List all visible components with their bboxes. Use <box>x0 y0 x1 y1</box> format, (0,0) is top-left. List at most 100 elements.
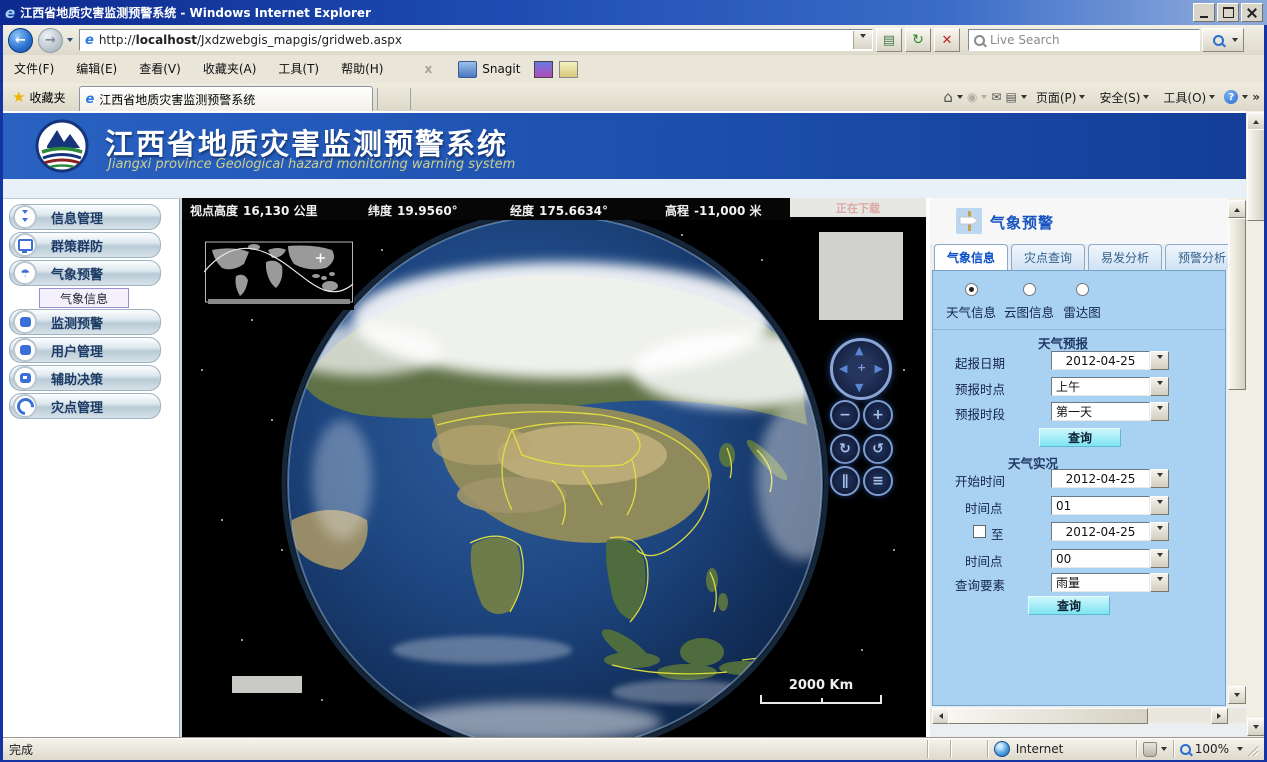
actual-query-button[interactable]: 查询 <box>1028 596 1110 615</box>
maximize-button[interactable] <box>1217 3 1239 22</box>
dropdown-arrow-icon[interactable] <box>1150 351 1169 370</box>
dropdown-arrow-icon[interactable] <box>1150 522 1169 541</box>
refresh-button[interactable]: ↻ <box>905 28 931 52</box>
radio-icon[interactable] <box>1076 283 1089 296</box>
feed-icon[interactable]: ◉ <box>967 90 977 104</box>
pan-down-icon[interactable]: ▼ <box>855 382 863 393</box>
pan-center-icon[interactable]: + <box>857 362 866 373</box>
page-menu-button[interactable]: 页面(P) <box>1031 89 1091 106</box>
pan-right-icon[interactable]: ▶ <box>875 363 883 374</box>
scroll-down-button[interactable] <box>1228 686 1246 704</box>
help-icon[interactable]: ? <box>1224 90 1238 104</box>
more-chevron-icon[interactable]: » <box>1252 90 1260 104</box>
query-element-select[interactable]: 雨量 <box>1051 573 1169 592</box>
home-icon[interactable]: ⌂ <box>943 88 953 106</box>
forecast-date-select[interactable]: 2012-04-25 <box>1051 351 1169 370</box>
pan-control[interactable]: ▲ ▼ ◀ ▶ + <box>830 338 892 400</box>
globe-map-view[interactable]: 视点高度16,130 公里 纬度19.9560° 经度175.6634° 高程-… <box>182 198 926 737</box>
protected-mode-pane[interactable] <box>1136 740 1173 758</box>
print-chevron-icon[interactable] <box>1021 95 1027 102</box>
menu-help[interactable]: 帮助(H) <box>330 56 394 82</box>
back-button[interactable]: ← <box>8 28 33 53</box>
pan-up-icon[interactable]: ▲ <box>855 345 863 356</box>
forecast-query-button[interactable]: 查询 <box>1039 428 1121 447</box>
snagit-label[interactable]: Snagit <box>482 62 520 76</box>
history-chevron-icon[interactable] <box>67 38 73 45</box>
sidebar-subitem-weather-info[interactable]: 气象信息 <box>39 288 129 308</box>
sidebar-item-monitoring-warning[interactable]: 监测预警 <box>9 309 161 335</box>
close-button[interactable] <box>1241 3 1263 22</box>
tilt-button[interactable]: ∥ <box>830 466 860 496</box>
tab-weather-info[interactable]: 气象信息 <box>934 244 1008 270</box>
snagit-text-capture-icon[interactable] <box>559 61 578 78</box>
sidebar-item-info-management[interactable]: 信息管理 <box>9 204 161 230</box>
search-input[interactable]: Live Search <box>968 29 1200 51</box>
scroll-right-button[interactable] <box>1211 708 1228 724</box>
rotate-ccw-button[interactable]: ↺ <box>863 434 893 464</box>
title-bar[interactable]: e 江西省地质灾害监测预警系统 - Windows Internet Explo… <box>0 0 1267 25</box>
resize-grip[interactable] <box>1245 743 1258 756</box>
radio-icon[interactable] <box>965 283 978 296</box>
scroll-up-button[interactable] <box>1228 200 1246 218</box>
zoom-out-button[interactable]: − <box>830 400 860 430</box>
dropdown-arrow-icon[interactable] <box>1150 573 1169 592</box>
zoom-pane[interactable]: 100% <box>1173 740 1264 758</box>
favorites-button[interactable]: 收藏夹 <box>29 89 65 106</box>
mail-icon[interactable]: ✉ <box>991 90 1001 104</box>
start-hour-select[interactable]: 01 <box>1051 496 1169 515</box>
rotate-cw-button[interactable]: ↻ <box>830 434 860 464</box>
print-icon[interactable]: ▤ <box>1005 90 1016 104</box>
scroll-thumb[interactable] <box>948 708 1148 724</box>
menu-tools[interactable]: 工具(T) <box>267 56 330 82</box>
url-dropdown-button[interactable] <box>853 31 872 49</box>
pan-left-icon[interactable]: ◀ <box>839 363 847 374</box>
menu-file[interactable]: 文件(F) <box>3 56 65 82</box>
minimize-button[interactable] <box>1193 3 1215 22</box>
forward-button[interactable]: → <box>38 28 63 53</box>
menu-edit[interactable]: 编辑(E) <box>65 56 128 82</box>
sidebar-item-user-management[interactable]: 用户管理 <box>9 337 161 363</box>
forecast-period-select[interactable]: 第一天 <box>1051 402 1169 421</box>
address-input[interactable]: e http://localhost/Jxdzwebgis_mapgis/gri… <box>79 29 873 51</box>
protected-mode-chevron-icon[interactable] <box>1161 747 1167 754</box>
sidebar-item-decision-support[interactable]: 辅助决策 <box>9 365 161 391</box>
menu-favorites[interactable]: 收藏夹(A) <box>192 56 268 82</box>
sidebar-item-group-prevention[interactable]: 群策群防 <box>9 232 161 258</box>
dropdown-arrow-icon[interactable] <box>1150 496 1169 515</box>
new-tab-button[interactable] <box>377 88 411 110</box>
page-vertical-scrollbar[interactable] <box>1246 111 1264 737</box>
radio-cloud-image[interactable]: 云图信息 <box>999 283 1059 321</box>
search-go-button[interactable] <box>1202 28 1244 52</box>
help-chevron-icon[interactable] <box>1242 95 1248 102</box>
dropdown-arrow-icon[interactable] <box>1150 469 1169 488</box>
radio-icon[interactable] <box>1023 283 1036 296</box>
radio-radar-image[interactable]: 雷达图 <box>1057 283 1107 321</box>
start-date-select[interactable]: 2012-04-25 <box>1051 469 1169 488</box>
dropdown-arrow-icon[interactable] <box>1150 402 1169 421</box>
zoom-chevron-icon[interactable] <box>1237 747 1243 754</box>
scroll-up-button[interactable] <box>1247 112 1264 130</box>
zoom-in-button[interactable]: + <box>863 400 893 430</box>
tab-hazard-query[interactable]: 灾点查询 <box>1011 244 1085 270</box>
scroll-thumb[interactable] <box>1247 129 1264 221</box>
layers-button[interactable]: ≡ <box>863 466 893 496</box>
panel-horizontal-scrollbar[interactable] <box>930 708 1246 723</box>
menu-view[interactable]: 查看(V) <box>128 56 192 82</box>
tab-susceptibility-analysis[interactable]: 易发分析 <box>1088 244 1162 270</box>
scroll-left-button[interactable] <box>932 708 949 724</box>
snagit-capture-icon[interactable] <box>534 61 553 78</box>
end-date-checkbox[interactable] <box>973 525 986 538</box>
scroll-thumb[interactable] <box>1228 218 1246 390</box>
browser-tab[interactable]: e 江西省地质灾害监测预警系统 <box>79 86 373 112</box>
sidebar-item-weather-warning[interactable]: ☂ 气象预警 <box>9 260 161 286</box>
toolbar-close-icon[interactable]: x <box>424 62 432 76</box>
radio-weather-info[interactable]: 天气信息 <box>941 283 1001 321</box>
panel-vertical-scrollbar[interactable] <box>1228 198 1246 706</box>
end-hour-select[interactable]: 00 <box>1051 549 1169 568</box>
overview-inset-map[interactable] <box>204 238 354 310</box>
compatibility-button[interactable]: ▤ <box>876 28 902 52</box>
end-date-select[interactable]: 2012-04-25 <box>1051 522 1169 541</box>
sidebar-item-hazard-point-management[interactable]: 灾点管理 <box>9 393 161 419</box>
scroll-down-button[interactable] <box>1247 718 1264 736</box>
home-chevron-icon[interactable] <box>957 95 963 102</box>
